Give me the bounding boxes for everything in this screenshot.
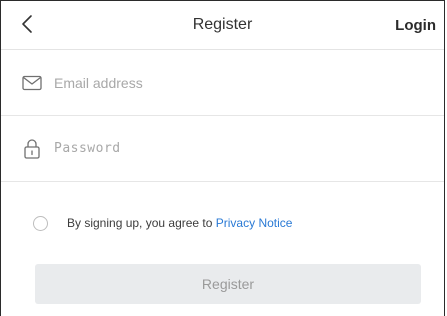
register-button[interactable]: Register <box>35 264 421 304</box>
email-field-row <box>1 50 444 116</box>
password-input[interactable] <box>54 133 428 164</box>
agreement-row: By signing up, you agree to Privacy Noti… <box>1 182 444 264</box>
envelope-icon <box>21 72 43 94</box>
agreement-text: By signing up, you agree to Privacy Noti… <box>67 216 292 230</box>
page-title: Register <box>192 16 253 33</box>
chevron-left-icon <box>21 14 33 39</box>
email-input[interactable] <box>54 67 428 98</box>
header-bar: Register Login <box>1 1 444 50</box>
login-link[interactable]: Login <box>395 17 436 34</box>
agreement-prefix: By signing up, you agree to <box>67 216 216 230</box>
privacy-notice-link[interactable]: Privacy Notice <box>216 216 293 230</box>
register-screen: Register Login By signing up, you agree … <box>0 0 445 316</box>
lock-icon <box>21 138 43 160</box>
agree-radio[interactable] <box>33 215 48 231</box>
password-field-row <box>1 116 444 182</box>
back-button[interactable] <box>17 14 37 39</box>
